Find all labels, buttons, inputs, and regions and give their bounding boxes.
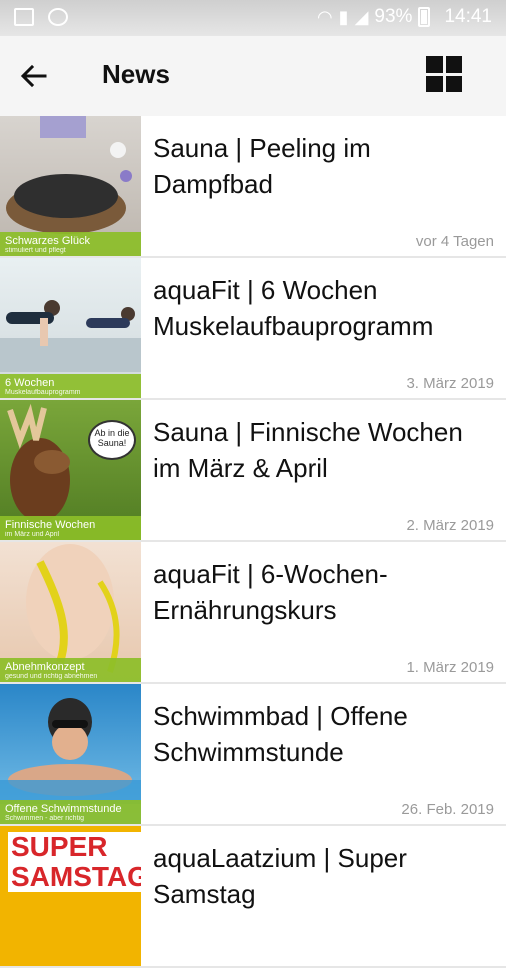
news-item[interactable]: Ab in die Sauna! Finnische Wochen im März… — [0, 400, 506, 542]
news-item[interactable]: Offene Schwimmstunde Schwimmen - aber ric… — [0, 684, 506, 826]
thumbnail-caption: Finnische Wochen im März und April — [0, 516, 141, 540]
status-indicators: ◠ ▮ ◢ 93% 14:41 — [317, 6, 492, 28]
news-date: 26. Feb. 2019 — [401, 801, 494, 818]
news-thumbnail: Offene Schwimmstunde Schwimmen - aber ric… — [0, 684, 141, 824]
thumbnail-caption: Abnehmkonzept gesund und richtig abnehmen — [0, 658, 141, 682]
grid-view-button[interactable] — [426, 56, 462, 92]
app-bar: News — [0, 36, 506, 116]
back-button[interactable] — [14, 56, 54, 96]
news-item[interactable]: SUPER SAMSTAG aquaLaatzium | Super Samst… — [0, 826, 506, 968]
news-thumbnail: Ab in die Sauna! Finnische Wochen im März… — [0, 400, 141, 540]
news-date: 2. März 2019 — [406, 517, 494, 534]
notification-icons — [14, 8, 68, 26]
clock: 14:41 — [444, 6, 492, 27]
thumbnail-caption: 6 Wochen Muskelaufbauprogramm — [0, 374, 141, 398]
news-thumbnail: 6 Wochen Muskelaufbauprogramm — [0, 258, 141, 398]
news-date: 3. März 2019 — [406, 375, 494, 392]
signal-icon: ◢ — [354, 6, 369, 27]
whatsapp-notification-icon — [48, 8, 68, 26]
news-title: Sauna | Finnische Wochen im März & April — [153, 417, 463, 483]
news-title: aquaFit | 6 Wochen Muskelaufbauprogramm — [153, 275, 434, 341]
thumbnail-caption: Offene Schwimmstunde Schwimmen - aber ric… — [0, 800, 141, 824]
super-samstag-banner: SUPER SAMSTAG — [8, 832, 141, 892]
wifi-icon: ◠ — [316, 6, 333, 27]
news-title: aquaFit | 6-Wochen-Ernährungskurs — [153, 559, 388, 625]
news-thumbnail: Schwarzes Glück stimuliert und pflegt — [0, 116, 141, 256]
speech-bubble: Ab in die Sauna! — [88, 420, 136, 460]
status-bar: ◠ ▮ ◢ 93% 14:41 — [0, 0, 506, 36]
nfc-icon: ▮ — [338, 6, 349, 27]
battery-icon — [418, 7, 431, 27]
news-item[interactable]: Schwarzes Glück stimuliert und pflegt Sau… — [0, 116, 506, 258]
thumbnail-caption: Schwarzes Glück stimuliert und pflegt — [0, 232, 141, 256]
page-title: News — [102, 59, 170, 89]
grid-view-icon — [426, 56, 443, 73]
news-date: 1. März 2019 — [406, 659, 494, 676]
news-item[interactable]: Abnehmkonzept gesund und richtig abnehmen… — [0, 542, 506, 684]
image-notification-icon — [14, 8, 34, 26]
news-title: aquaLaatzium | Super Samstag — [153, 843, 407, 909]
battery-percent: 93% — [374, 6, 413, 27]
news-list: Schwarzes Glück stimuliert und pflegt Sau… — [0, 116, 506, 968]
news-title: Schwimmbad | Offene Schwimmstunde — [153, 701, 408, 767]
news-date: vor 4 Tagen — [415, 233, 494, 250]
news-thumbnail: SUPER SAMSTAG — [0, 826, 141, 966]
arrow-left-icon — [20, 64, 47, 88]
news-title: Sauna | Peeling im Dampfbad — [153, 133, 371, 199]
news-thumbnail: Abnehmkonzept gesund und richtig abnehmen — [0, 542, 141, 682]
news-item[interactable]: 6 Wochen Muskelaufbauprogramm aquaFit | 6… — [0, 258, 506, 400]
